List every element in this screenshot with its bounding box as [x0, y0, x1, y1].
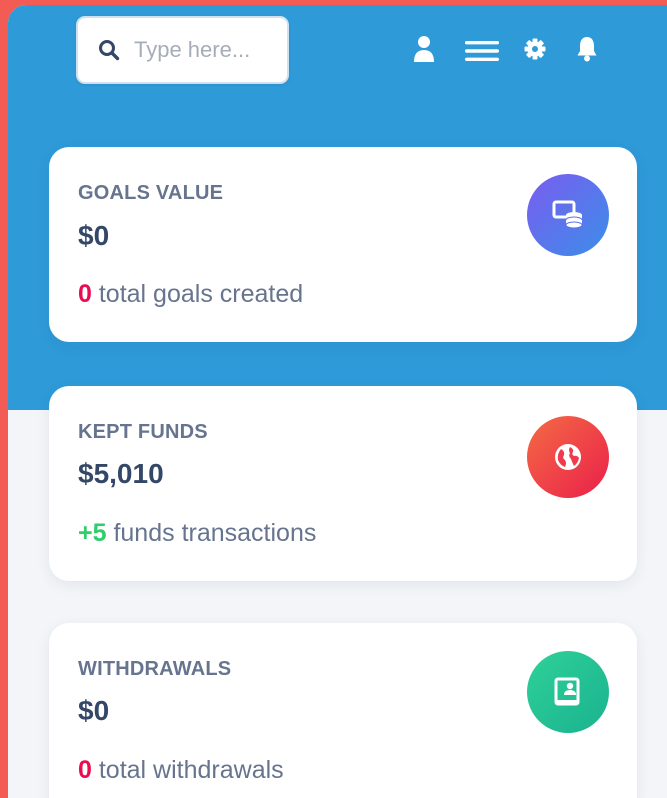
search-icon: [99, 40, 120, 61]
withdrawals-card: WITHDRAWALS $0 0 total withdrawals: [49, 623, 637, 798]
gear-icon[interactable]: [524, 38, 546, 60]
withdraw-icon-badge: [527, 651, 609, 733]
search-box[interactable]: [76, 16, 289, 84]
goals-value-card: GOALS VALUE $0 0 total goals created: [49, 147, 637, 342]
withdraw-icon: [554, 677, 580, 706]
footnote-number: 0: [78, 756, 92, 784]
menu-icon[interactable]: [465, 41, 499, 61]
goals-icon: [552, 200, 583, 229]
card-title: WITHDRAWALS: [78, 658, 232, 680]
funds-icon-badge: [527, 416, 609, 498]
footnote-number: 0: [78, 280, 92, 308]
card-footnote: +5 funds transactions: [78, 519, 316, 548]
card-footnote: 0 total goals created: [78, 280, 303, 309]
footnote-number: +5: [78, 519, 107, 547]
app-frame: GOALS VALUE $0 0 total goals created KEP…: [8, 5, 667, 798]
globe-icon: [555, 444, 581, 470]
card-value: $0: [78, 220, 110, 251]
card-title: GOALS VALUE: [78, 182, 224, 204]
footnote-text: funds transactions: [106, 519, 317, 547]
card-footnote: 0 total withdrawals: [78, 756, 284, 785]
goals-icon-badge: [527, 174, 609, 256]
card-value: $0: [78, 695, 110, 726]
search-input[interactable]: [134, 37, 264, 63]
footnote-text: total goals created: [91, 280, 304, 308]
bell-icon[interactable]: [576, 36, 598, 62]
card-title: KEPT FUNDS: [78, 421, 208, 443]
footnote-text: total withdrawals: [91, 756, 284, 784]
card-value: $5,010: [78, 458, 164, 489]
kept-funds-card: KEPT FUNDS $5,010 +5 funds transactions: [49, 386, 637, 581]
user-icon[interactable]: [413, 35, 435, 63]
